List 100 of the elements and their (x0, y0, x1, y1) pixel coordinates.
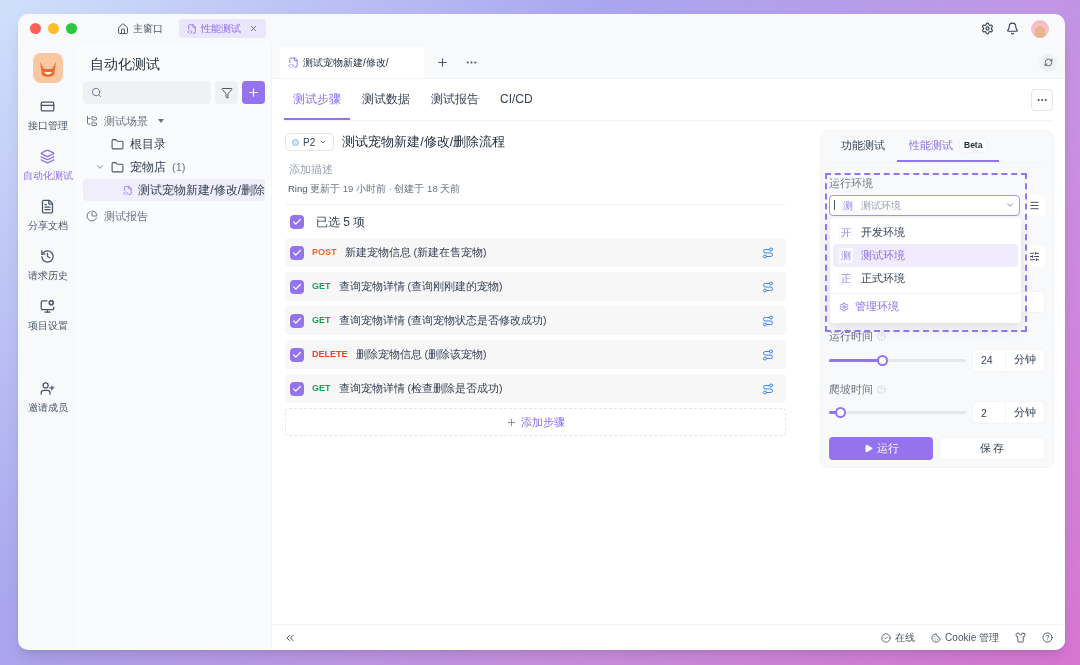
env-option[interactable]: 测 测试环境 (833, 244, 1018, 267)
help-icon[interactable] (1042, 632, 1053, 643)
tree-root[interactable]: 测试场景 (83, 110, 265, 132)
add-step-button[interactable]: 添加步骤 (285, 408, 786, 436)
unit-label: 分钟 (1006, 401, 1045, 425)
route-icon[interactable] (762, 348, 774, 361)
http-method: GET (312, 313, 331, 327)
refresh-icon (1043, 58, 1053, 67)
folder-tree-icon (86, 115, 98, 127)
nav-item[interactable]: 接口管理 (27, 99, 68, 133)
tab[interactable]: 测试数据 (353, 79, 419, 120)
http-method: DELETE (312, 347, 348, 361)
file-icon (187, 23, 197, 34)
report-item[interactable]: 测试报告 (83, 205, 265, 227)
online-status[interactable]: 在线 (881, 630, 916, 645)
check-icon (292, 315, 302, 326)
slider-label: 爬坡时间 (829, 381, 873, 397)
search-field[interactable] (83, 81, 211, 104)
number-field[interactable]: 2 (972, 401, 1006, 425)
beta-badge: Beta (959, 138, 988, 153)
manage-env-link[interactable]: 管理环境 (830, 294, 1021, 320)
step-row[interactable]: GET 查询宠物详情 (检查删除是否成功) (285, 374, 786, 403)
checkbox[interactable] (290, 347, 304, 362)
tab[interactable]: CI/CD (491, 79, 542, 120)
check-icon (292, 216, 302, 227)
file-icon (288, 57, 299, 68)
scenario-meta: Ring 更新于 19 小时前 · 创建于 18 天前 (288, 181, 462, 196)
step-name: 查询宠物详情 (查询宠物状态是否修改成功) (338, 312, 547, 328)
route-icon[interactable] (762, 382, 774, 395)
checkbox[interactable] (290, 313, 304, 328)
scenario-title: 测试宠物新建/修改/删除流程 (342, 134, 506, 151)
check-circle-icon (881, 632, 892, 643)
refresh-button[interactable] (1039, 53, 1057, 72)
env-option[interactable]: 正 正式环境 (833, 267, 1018, 290)
api-icon (40, 99, 55, 114)
shirt-icon[interactable] (1015, 632, 1026, 643)
checkbox[interactable] (290, 214, 304, 229)
step-name: 删除宠物信息 (删除该宠物) (355, 346, 487, 362)
filter-icon (220, 86, 233, 99)
nav-item[interactable]: 邀请成员 (27, 381, 68, 415)
plus-icon (247, 86, 260, 99)
tree-item[interactable]: 测试宠物新建/修改/删除 (83, 179, 265, 201)
settings-icon[interactable] (981, 22, 994, 35)
new-tab-icon[interactable] (436, 56, 449, 69)
step-name: 查询宠物详情 (检查删除是否成功) (338, 380, 503, 396)
priority-select[interactable]: P2 (285, 133, 335, 152)
tab[interactable]: 测试报告 (422, 79, 488, 120)
route-icon[interactable] (762, 314, 774, 327)
nav-item[interactable]: 分享文档 (27, 199, 68, 233)
http-method: POST (312, 245, 337, 259)
logo-icon[interactable] (32, 53, 63, 83)
tree-item[interactable]: 宠物店 (1) (83, 156, 265, 178)
item-count: (1) (172, 159, 186, 175)
slider-thumb[interactable] (834, 407, 846, 419)
sliders-button[interactable] (1024, 245, 1045, 267)
step-name: 查询宠物详情 (查询刚刚建的宠物) (338, 278, 503, 294)
slider-label: 运行时间 (829, 328, 873, 344)
collapse-icon[interactable] (95, 162, 105, 172)
env-label: 运行环境 (829, 176, 874, 191)
cookie-button[interactable]: Cookie 管理 (931, 630, 999, 645)
route-icon[interactable] (762, 246, 774, 259)
maximize-window-button[interactable] (66, 23, 77, 34)
user-avatar[interactable] (1031, 19, 1049, 38)
folder-icon (111, 137, 124, 151)
mode-tab[interactable]: 性能测试 Beta (897, 131, 1000, 162)
step-row[interactable]: GET 查询宠物详情 (查询刚刚建的宠物) (285, 272, 786, 301)
more-button[interactable] (1031, 88, 1053, 111)
filter-button[interactable] (215, 81, 238, 104)
tree-item[interactable]: 根目录 (83, 133, 265, 155)
step-row[interactable]: GET 查询宠物详情 (查询宠物状态是否修改成功) (285, 306, 786, 335)
window-tab[interactable]: 主窗口 (109, 19, 171, 38)
route-icon[interactable] (762, 280, 774, 293)
add-button[interactable] (242, 81, 265, 104)
nav-item[interactable]: 请求历史 (27, 249, 68, 283)
run-button[interactable]: 运行 (829, 437, 933, 461)
tab[interactable]: 测试步骤 (284, 79, 350, 120)
checkbox[interactable] (290, 245, 304, 260)
sidebar-title: 自动化测试 (90, 55, 161, 74)
document-tab[interactable]: 测试宠物新建/修改/ (280, 47, 424, 78)
selection-count: 已选 5 项 (316, 213, 366, 231)
checkbox[interactable] (290, 381, 304, 396)
checkbox[interactable] (290, 279, 304, 294)
dropdown-icon[interactable] (158, 119, 164, 123)
plus-icon (506, 416, 517, 428)
env-option[interactable]: 开 开发环境 (833, 221, 1018, 244)
close-icon[interactable] (249, 24, 258, 33)
number-field[interactable]: 24 (972, 348, 1006, 372)
slider-thumb[interactable] (877, 354, 889, 366)
mode-tab[interactable]: 功能测试 (829, 131, 897, 162)
nav-item[interactable]: 自动化测试 (22, 149, 73, 183)
bell-icon[interactable] (1006, 22, 1019, 35)
step-row[interactable]: DELETE 删除宠物信息 (删除该宠物) (285, 340, 786, 369)
menu-button[interactable] (1024, 194, 1045, 216)
save-button[interactable]: 保 存 (939, 437, 1045, 461)
close-window-button[interactable] (30, 23, 41, 34)
pie-chart-icon (86, 210, 98, 222)
unit-label: 分钟 (1006, 348, 1045, 372)
description-field[interactable]: 添加描述 (289, 159, 431, 178)
nav-item[interactable]: 项目设置 (27, 299, 68, 333)
step-row[interactable]: POST 新建宠物信息 (新建在售宠物) (285, 238, 786, 267)
